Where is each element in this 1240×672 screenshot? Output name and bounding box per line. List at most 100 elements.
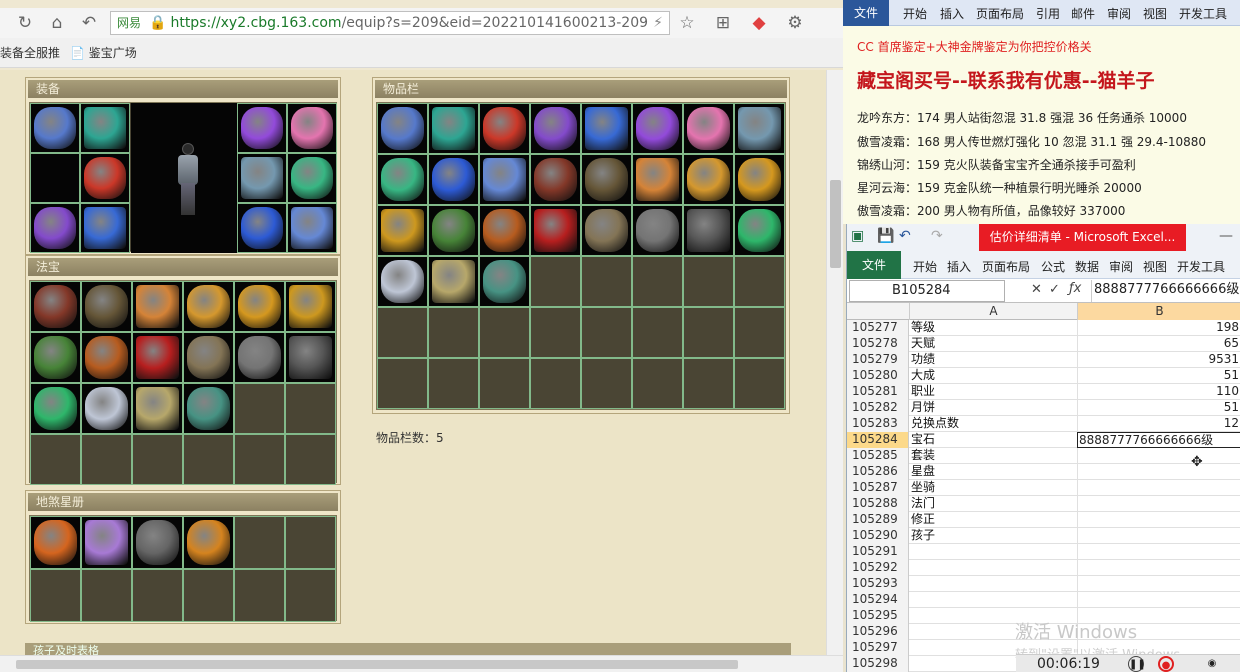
item-slot[interactable] (80, 153, 130, 203)
formula-input[interactable]: 8888777766666666级 (1091, 280, 1240, 302)
item-slot[interactable] (683, 103, 734, 154)
empty-slot[interactable] (530, 358, 581, 409)
cell-b[interactable] (1077, 528, 1240, 544)
item-slot[interactable] (479, 205, 530, 256)
item-slot[interactable] (632, 103, 683, 154)
row-number[interactable]: 105284 (847, 432, 909, 448)
empty-slot[interactable] (581, 358, 632, 409)
stop-record-icon[interactable]: ● (1158, 656, 1174, 672)
fx-icon[interactable]: ƒx (1069, 281, 1081, 296)
active-cell[interactable]: 8888777766666666级 (1077, 432, 1240, 448)
item-slot[interactable] (80, 203, 130, 253)
item-slot[interactable] (479, 256, 530, 307)
cell-b[interactable] (1077, 576, 1240, 592)
empty-slot[interactable] (30, 434, 81, 485)
cell-a[interactable]: 大成 (911, 368, 1077, 384)
empty-slot[interactable] (428, 307, 479, 358)
row-number[interactable]: 105283 (847, 416, 909, 432)
item-slot[interactable] (581, 154, 632, 205)
cell-a[interactable]: 等级 (911, 320, 1077, 336)
item-slot[interactable] (428, 256, 479, 307)
row-number[interactable]: 105289 (847, 512, 909, 528)
excel-tab[interactable]: 审阅 (1109, 258, 1133, 275)
scroll-thumb[interactable] (16, 660, 738, 669)
cell-a[interactable] (911, 560, 1077, 576)
empty-slot[interactable] (285, 569, 336, 622)
minimize-icon[interactable]: — (1219, 228, 1233, 244)
tools-icon[interactable]: ⚙ (784, 12, 806, 34)
item-slot[interactable] (81, 281, 132, 332)
row-number[interactable]: 105277 (847, 320, 909, 336)
empty-slot[interactable] (81, 569, 132, 622)
empty-slot[interactable] (632, 307, 683, 358)
empty-slot[interactable] (734, 358, 785, 409)
word-tab[interactable]: 插入 (940, 5, 964, 22)
empty-slot[interactable] (234, 383, 285, 434)
cell-b[interactable]: 110 (1077, 384, 1240, 400)
item-slot[interactable] (377, 205, 428, 256)
cell-a[interactable]: 星盘 (911, 464, 1077, 480)
game-icon[interactable]: ◆ (748, 12, 770, 34)
item-slot[interactable] (530, 154, 581, 205)
row-number[interactable]: 105295 (847, 608, 909, 624)
empty-slot[interactable] (428, 358, 479, 409)
empty-slot[interactable] (632, 256, 683, 307)
item-slot[interactable] (285, 332, 336, 383)
empty-slot[interactable] (581, 307, 632, 358)
item-slot[interactable] (30, 281, 81, 332)
empty-slot[interactable] (530, 256, 581, 307)
cell-a[interactable] (911, 544, 1077, 560)
empty-slot[interactable] (132, 569, 183, 622)
bookmark-item[interactable]: 装备全服推 (0, 38, 60, 68)
horizontal-scrollbar[interactable] (0, 655, 843, 672)
item-slot[interactable] (183, 281, 234, 332)
undo-icon[interactable]: ↶ (899, 228, 911, 244)
item-slot[interactable] (183, 516, 234, 569)
name-box[interactable]: B105284 (849, 280, 1005, 302)
item-slot[interactable] (234, 332, 285, 383)
item-slot[interactable] (632, 205, 683, 256)
row-number[interactable]: 105281 (847, 384, 909, 400)
cell-b[interactable]: 51 (1077, 400, 1240, 416)
row-number[interactable]: 105292 (847, 560, 909, 576)
item-slot[interactable] (30, 203, 80, 253)
camera-icon[interactable]: ◉ (1204, 656, 1220, 672)
row-number[interactable]: 105288 (847, 496, 909, 512)
empty-slot[interactable] (285, 516, 336, 569)
row-number[interactable]: 105282 (847, 400, 909, 416)
scroll-thumb[interactable] (830, 180, 841, 268)
empty-slot[interactable] (683, 307, 734, 358)
item-slot[interactable] (683, 205, 734, 256)
home-icon[interactable]: ⌂ (46, 12, 68, 34)
item-slot[interactable] (479, 154, 530, 205)
star-icon[interactable]: ☆ (676, 12, 698, 34)
item-slot[interactable] (287, 103, 337, 153)
empty-slot[interactable] (479, 358, 530, 409)
item-slot[interactable] (581, 205, 632, 256)
redo-icon[interactable]: ↷ (931, 228, 943, 244)
character-portrait[interactable] (131, 103, 237, 253)
item-slot[interactable] (479, 103, 530, 154)
lightning-icon[interactable]: ⚡ (653, 12, 663, 34)
cell-b[interactable]: 9531 (1077, 352, 1240, 368)
item-slot[interactable] (30, 516, 81, 569)
row-number[interactable]: 105298 (847, 656, 909, 672)
empty-slot[interactable] (183, 434, 234, 485)
empty-slot[interactable] (377, 358, 428, 409)
word-tab[interactable]: 视图 (1143, 5, 1167, 22)
word-tab[interactable]: 引用 (1036, 5, 1060, 22)
excel-tab[interactable]: 插入 (947, 258, 971, 275)
empty-slot[interactable] (234, 569, 285, 622)
word-tab[interactable]: 开发工具 (1179, 5, 1227, 22)
cell-a[interactable]: 法门 (911, 496, 1077, 512)
item-slot[interactable] (30, 383, 81, 434)
row-number[interactable]: 105293 (847, 576, 909, 592)
row-number[interactable]: 105286 (847, 464, 909, 480)
item-slot[interactable] (237, 153, 287, 203)
row-number[interactable]: 105290 (847, 528, 909, 544)
cell-b[interactable] (1077, 464, 1240, 480)
pause-icon[interactable]: ❚❚ (1128, 656, 1146, 672)
item-slot[interactable] (377, 154, 428, 205)
cancel-icon[interactable]: ✕ (1031, 282, 1042, 297)
empty-slot[interactable] (285, 383, 336, 434)
